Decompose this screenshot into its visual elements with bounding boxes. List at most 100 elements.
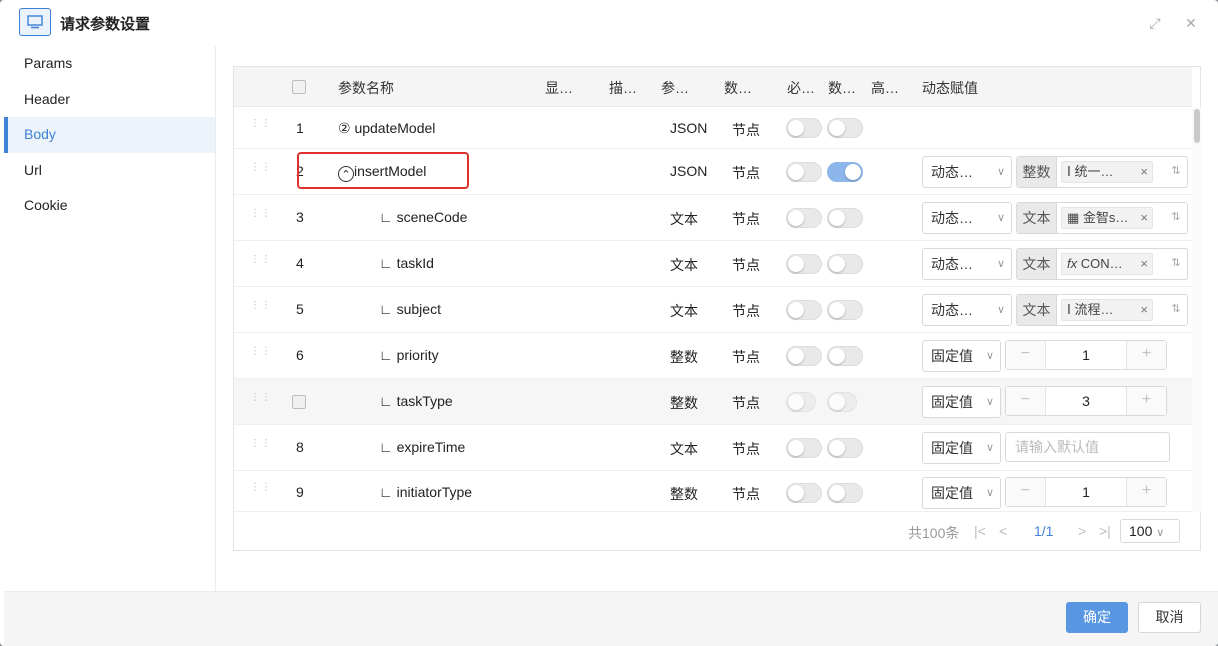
required-toggle[interactable] bbox=[786, 346, 822, 366]
assign-mode-select[interactable]: 动态… ∨ bbox=[922, 156, 1012, 188]
assign-mode-select[interactable]: 动态… ∨ bbox=[922, 294, 1012, 326]
required-toggle[interactable] bbox=[786, 300, 822, 320]
drag-handle-icon[interactable]: ⋮⋮ bbox=[250, 255, 271, 270]
assign-mode-value: 动态… bbox=[931, 302, 973, 318]
assign-mode-select[interactable]: 动态… ∨ bbox=[922, 248, 1012, 280]
sidebar-item-cookie[interactable]: Cookie bbox=[4, 188, 215, 224]
table-row[interactable]: ⋮⋮ ∟ taskType 整数 节点 固定值 ∨ − 3 + bbox=[234, 379, 1192, 425]
data-toggle[interactable] bbox=[827, 254, 863, 274]
dynamic-value-box[interactable]: 文本 ▦ 金智s… × ⇅ bbox=[1016, 202, 1188, 234]
value-tag[interactable]: Ⅰ 流程… × bbox=[1061, 299, 1153, 321]
swap-icon[interactable]: ⇅ bbox=[1163, 164, 1189, 177]
required-toggle[interactable] bbox=[786, 208, 822, 228]
decrement-button[interactable]: − bbox=[1006, 341, 1046, 369]
required-toggle[interactable] bbox=[786, 483, 822, 503]
drag-handle-icon[interactable]: ⋮⋮ bbox=[250, 209, 271, 224]
assign-mode-select[interactable]: 固定值 ∨ bbox=[922, 340, 1001, 372]
assign-mode-select[interactable]: 固定值 ∨ bbox=[922, 386, 1001, 418]
data-toggle[interactable] bbox=[827, 438, 863, 458]
dialog-footer: 确定 取消 bbox=[4, 591, 1218, 646]
increment-button[interactable]: + bbox=[1126, 341, 1166, 369]
highlight-annotation bbox=[297, 152, 469, 189]
drag-handle-icon[interactable]: ⋮⋮ bbox=[250, 119, 271, 134]
row-index: 4 bbox=[296, 255, 304, 271]
param-name-text: initiatorType bbox=[396, 484, 473, 500]
sidebar-item-url[interactable]: Url bbox=[4, 153, 215, 189]
dynamic-value-box[interactable]: 文本 fx CON… × ⇅ bbox=[1016, 248, 1188, 280]
value-stepper[interactable]: − 1 + bbox=[1005, 477, 1167, 507]
required-toggle[interactable] bbox=[786, 392, 816, 412]
swap-icon[interactable]: ⇅ bbox=[1163, 210, 1189, 223]
data-toggle[interactable] bbox=[827, 118, 863, 138]
confirm-button[interactable]: 确定 bbox=[1066, 602, 1128, 633]
table-row[interactable]: ⋮⋮ 6 ∟ priority 整数 节点 固定值 ∨ − 1 + bbox=[234, 333, 1192, 379]
drag-handle-icon[interactable]: ⋮⋮ bbox=[250, 439, 271, 454]
required-toggle[interactable] bbox=[786, 438, 822, 458]
select-all-checkbox[interactable] bbox=[292, 80, 306, 94]
value-tag[interactable]: Ⅰ 统一… × bbox=[1061, 161, 1153, 183]
decrement-button[interactable]: − bbox=[1006, 478, 1046, 506]
drag-handle-icon[interactable]: ⋮⋮ bbox=[250, 301, 271, 316]
default-value-input[interactable]: 请输入默认值 bbox=[1005, 432, 1170, 462]
data-toggle[interactable] bbox=[827, 208, 863, 228]
scrollbar-thumb[interactable] bbox=[1194, 109, 1200, 143]
assign-mode-select[interactable]: 固定值 ∨ bbox=[922, 477, 1001, 509]
value-tag[interactable]: ▦ 金智s… × bbox=[1061, 207, 1153, 229]
assign-mode-select[interactable]: 动态… ∨ bbox=[922, 202, 1012, 234]
drag-handle-icon[interactable]: ⋮⋮ bbox=[250, 393, 271, 408]
required-toggle[interactable] bbox=[786, 162, 822, 182]
data-toggle[interactable] bbox=[827, 346, 863, 366]
table-row[interactable]: ⋮⋮ 3 ∟ sceneCode 文本 节点 动态… ∨ 文本 ▦ 金智s… × ⇅ bbox=[234, 195, 1192, 241]
vertical-scrollbar[interactable] bbox=[1192, 107, 1201, 512]
cancel-button[interactable]: 取消 bbox=[1138, 602, 1201, 633]
value-stepper[interactable]: − 1 + bbox=[1005, 340, 1167, 370]
required-toggle[interactable] bbox=[786, 118, 822, 138]
table-row[interactable]: ⋮⋮ 8 ∟ expireTime 文本 节点 固定值 ∨ 请输入默认值 bbox=[234, 425, 1192, 471]
drag-handle-icon[interactable]: ⋮⋮ bbox=[250, 483, 271, 498]
increment-button[interactable]: + bbox=[1126, 478, 1166, 506]
row-checkbox[interactable] bbox=[292, 395, 306, 409]
data-toggle[interactable] bbox=[827, 483, 863, 503]
last-page-button[interactable]: >| bbox=[1099, 523, 1111, 539]
value-stepper[interactable]: − 3 + bbox=[1005, 386, 1167, 416]
stepper-value[interactable]: 1 bbox=[1047, 341, 1125, 369]
drag-handle-icon[interactable]: ⋮⋮ bbox=[250, 163, 271, 178]
remove-tag-icon[interactable]: × bbox=[1140, 300, 1148, 320]
function-icon: fx bbox=[1067, 256, 1078, 271]
next-page-button[interactable]: > bbox=[1078, 523, 1086, 539]
sidebar-item-header[interactable]: Header bbox=[4, 82, 215, 118]
sidebar-item-params[interactable]: Params bbox=[4, 46, 215, 82]
dynamic-value-box[interactable]: 整数 Ⅰ 统一… × ⇅ bbox=[1016, 156, 1188, 188]
dynamic-value-box[interactable]: 文本 Ⅰ 流程… × ⇅ bbox=[1016, 294, 1188, 326]
increment-button[interactable]: + bbox=[1126, 387, 1166, 415]
data-toggle[interactable] bbox=[827, 392, 857, 412]
child-branch-icon: ∟ bbox=[379, 209, 393, 225]
drag-handle-icon[interactable]: ⋮⋮ bbox=[250, 347, 271, 362]
value-tag[interactable]: fx CON… × bbox=[1061, 253, 1153, 275]
stepper-value[interactable]: 3 bbox=[1047, 387, 1125, 415]
remove-tag-icon[interactable]: × bbox=[1140, 208, 1148, 228]
assign-mode-select[interactable]: 固定值 ∨ bbox=[922, 432, 1001, 464]
data-toggle[interactable] bbox=[827, 162, 863, 182]
decrement-button[interactable]: − bbox=[1006, 387, 1046, 415]
prev-page-button[interactable]: < bbox=[999, 523, 1007, 539]
data-toggle[interactable] bbox=[827, 300, 863, 320]
swap-icon[interactable]: ⇅ bbox=[1163, 256, 1189, 269]
swap-icon[interactable]: ⇅ bbox=[1163, 302, 1189, 315]
remove-tag-icon[interactable]: × bbox=[1140, 254, 1148, 274]
row-index: 3 bbox=[296, 209, 304, 225]
data-type: 节点 bbox=[732, 122, 760, 138]
expand-icon[interactable]: ⤢ bbox=[1146, 14, 1164, 32]
table-row[interactable]: ⋮⋮ 9 ∟ initiatorType 整数 节点 固定值 ∨ − 1 + bbox=[234, 471, 1192, 512]
table-row[interactable]: ⋮⋮ 1 ② updateModel JSON 节点 bbox=[234, 107, 1192, 149]
close-icon[interactable]: ✕ bbox=[1182, 14, 1200, 32]
table-row[interactable]: ⋮⋮ 5 ∟ subject 文本 节点 动态… ∨ 文本 Ⅰ 流程… × ⇅ bbox=[234, 287, 1192, 333]
param-name: ② updateModel bbox=[338, 120, 435, 137]
sidebar-item-body[interactable]: Body bbox=[4, 117, 215, 153]
table-row[interactable]: ⋮⋮ 4 ∟ taskId 文本 节点 动态… ∨ 文本 fx CON… × ⇅ bbox=[234, 241, 1192, 287]
stepper-value[interactable]: 1 bbox=[1047, 478, 1125, 506]
page-size-select[interactable]: 100 ∨ bbox=[1120, 519, 1180, 543]
required-toggle[interactable] bbox=[786, 254, 822, 274]
first-page-button[interactable]: |< bbox=[974, 523, 986, 539]
remove-tag-icon[interactable]: × bbox=[1140, 162, 1148, 182]
